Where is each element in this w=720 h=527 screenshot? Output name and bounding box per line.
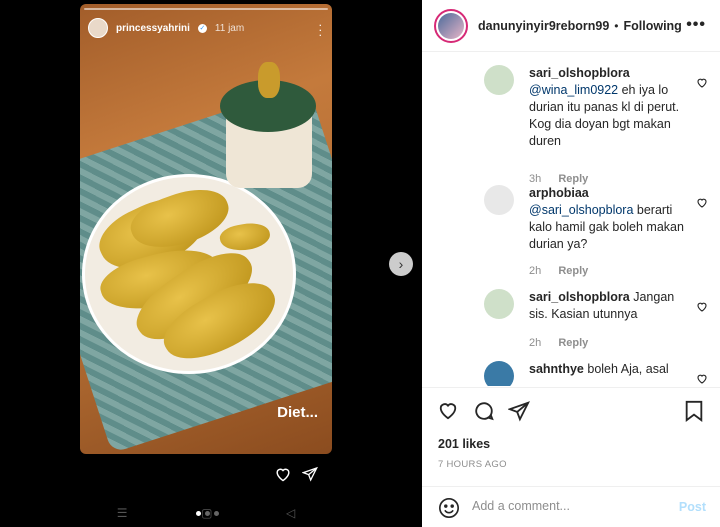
android-nav-bar: ☰ ▢ ◁	[80, 506, 332, 520]
comment-input[interactable]	[472, 499, 662, 513]
heart-icon[interactable]	[696, 195, 708, 213]
verified-icon: ✓	[197, 23, 207, 33]
recents-icon: ☰	[116, 506, 128, 520]
comment-time: 3h	[529, 173, 542, 185]
comment-time: 2h	[529, 337, 542, 349]
reply-button[interactable]: Reply	[558, 337, 588, 349]
add-comment-bar: Post	[422, 486, 720, 527]
story-more-icon: ...	[318, 15, 322, 39]
cup-graphic	[220, 62, 316, 190]
comment-time: 2h	[529, 265, 542, 277]
comment-bubble-icon[interactable]	[473, 400, 495, 427]
comment-username[interactable]: sari_olshopblora	[529, 66, 630, 80]
separator-dot: •	[614, 18, 619, 33]
comment-username[interactable]: arphobiaa	[529, 186, 589, 200]
more-options-icon[interactable]: •••	[686, 16, 706, 34]
comment-text: sari_olshopblora Jangan sis. Kasian utun…	[529, 289, 689, 323]
comment-body: boleh Aja, asal	[583, 362, 669, 376]
share-send-icon[interactable]	[507, 400, 530, 427]
comment-text: sahnthye boleh Aja, asal	[529, 361, 689, 378]
likes-count[interactable]: 201 likes	[438, 437, 490, 451]
avatar[interactable]	[484, 65, 514, 95]
story-avatar	[88, 18, 108, 38]
post-media: princessyahrini ✓ 11 jam ... Diet... ☰ ▢	[0, 0, 422, 527]
reply-button[interactable]: Reply	[558, 173, 588, 185]
story-username: princessyahrini	[116, 22, 190, 34]
home-icon: ▢	[201, 506, 213, 520]
next-arrow-button[interactable]: ›	[389, 252, 413, 276]
heart-icon[interactable]	[696, 75, 708, 93]
send-icon[interactable]	[301, 466, 318, 487]
emoji-icon[interactable]	[438, 497, 460, 524]
bookmark-icon[interactable]	[684, 400, 704, 427]
comment-username[interactable]: sahnthye	[529, 362, 584, 376]
following-button[interactable]: Following	[624, 19, 682, 33]
post-actions: 201 likes 7 HOURS AGO	[422, 387, 720, 475]
avatar[interactable]	[484, 361, 514, 386]
post-side-panel: danunyinyir9reborn99 • Following ••• sar…	[422, 0, 720, 527]
post-author-username[interactable]: danunyinyir9reborn99	[478, 19, 609, 33]
heart-icon[interactable]	[274, 466, 292, 487]
story-caption: Diet...	[277, 404, 318, 421]
comment-mention[interactable]: @wina_lim0922	[529, 83, 618, 97]
heart-icon[interactable]	[696, 299, 708, 317]
comment-meta: 2h Reply	[529, 265, 602, 277]
comment-text: arphobiaa @sari_olshopblora berarti kalo…	[529, 185, 689, 253]
story-time: 11 jam	[214, 22, 245, 34]
reply-button[interactable]: Reply	[558, 265, 588, 277]
avatar[interactable]	[484, 185, 514, 215]
back-icon: ◁	[285, 506, 296, 520]
like-heart-icon[interactable]	[437, 400, 459, 425]
story-header: princessyahrini ✓ 11 jam	[88, 18, 244, 38]
comment-username[interactable]: sari_olshopblora	[529, 290, 630, 304]
post-comment-button[interactable]: Post	[679, 500, 706, 514]
comments-list: sari_olshopblora @wina_lim0922 eh iya lo…	[422, 53, 720, 386]
avatar[interactable]	[434, 8, 468, 43]
post-header: danunyinyir9reborn99 • Following •••	[422, 0, 720, 52]
comment-meta: 2h Reply	[529, 337, 602, 349]
avatar[interactable]	[484, 289, 514, 319]
post-timestamp: 7 HOURS AGO	[438, 459, 507, 470]
comment-meta: 3h Reply	[529, 173, 602, 185]
heart-icon[interactable]	[696, 371, 708, 386]
comment-mention[interactable]: @sari_olshopblora	[529, 203, 633, 217]
story-progress-bar	[84, 8, 328, 10]
story-image: princessyahrini ✓ 11 jam ... Diet...	[80, 4, 332, 454]
comment-text: sari_olshopblora @wina_lim0922 eh iya lo…	[529, 65, 689, 150]
